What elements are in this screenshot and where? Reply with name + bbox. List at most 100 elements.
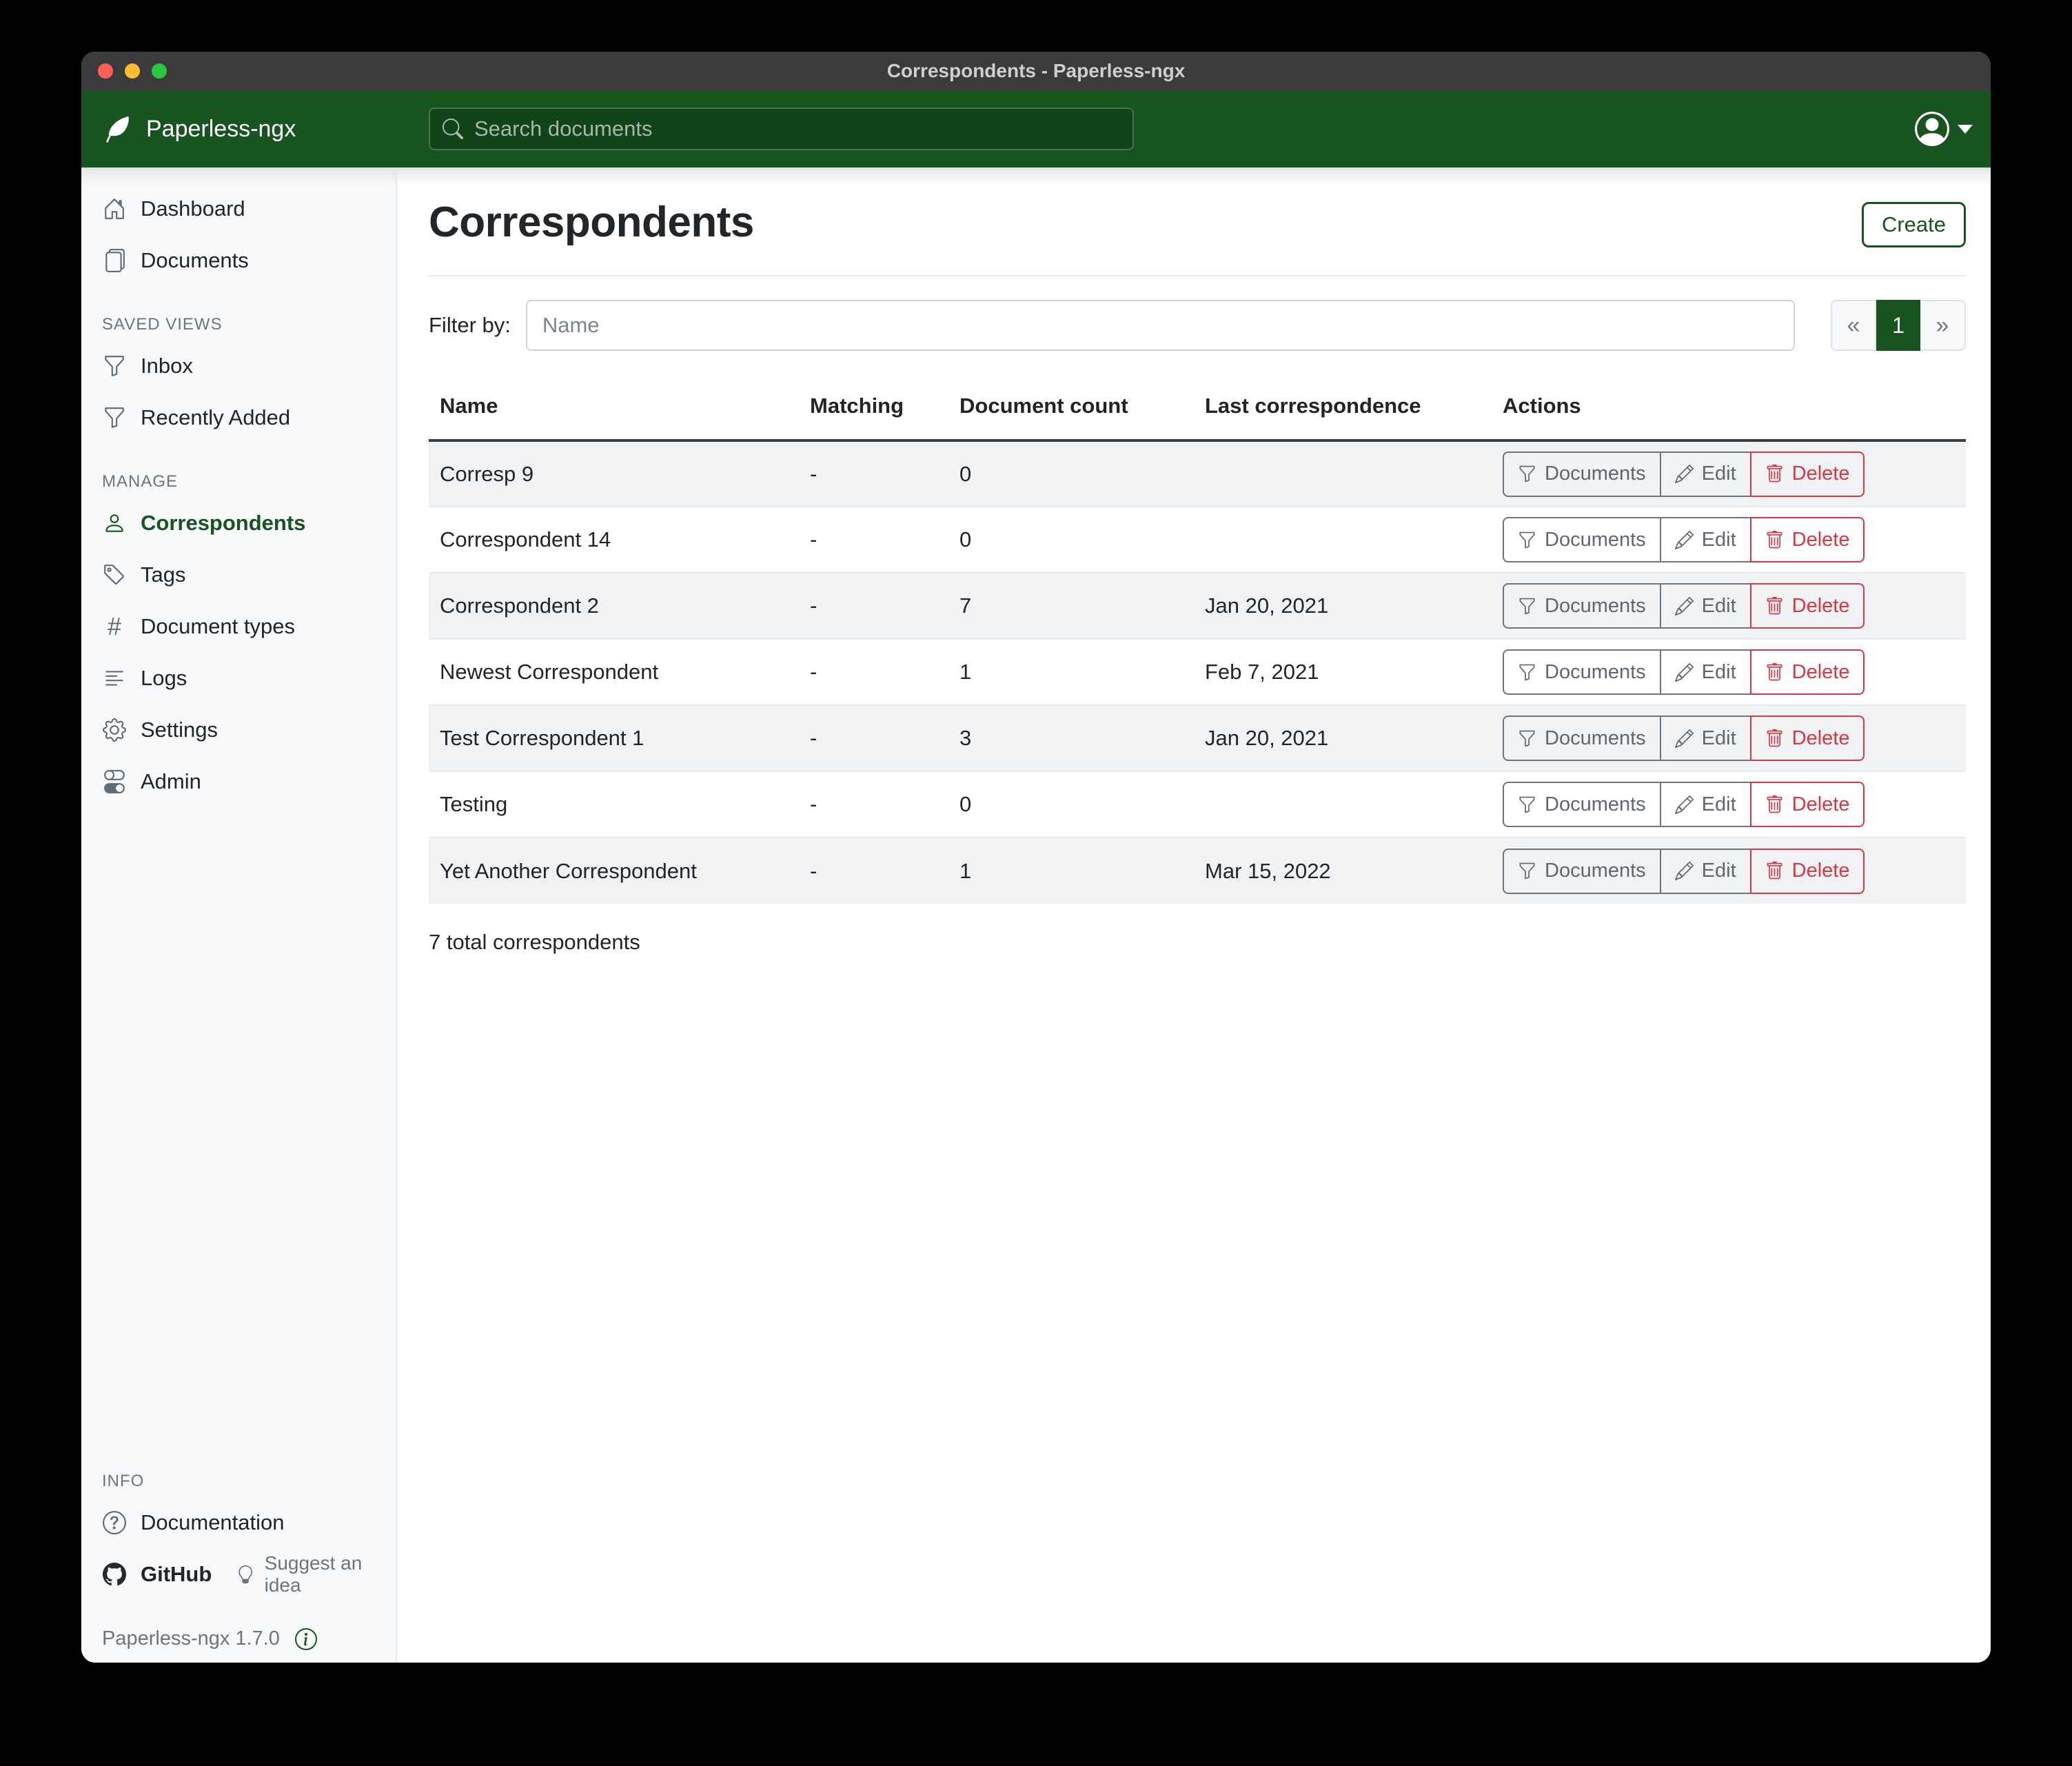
sidebar-item-label: Dashboard (141, 196, 245, 221)
documents-button[interactable]: Documents (1503, 782, 1661, 827)
sidebar-item-document-types[interactable]: # Document types (81, 600, 396, 652)
edit-button[interactable]: Edit (1660, 715, 1751, 761)
create-button[interactable]: Create (1862, 202, 1966, 247)
correspondent-last-correspondence: Feb 7, 2021 (1194, 639, 1492, 705)
correspondent-last-correspondence (1194, 440, 1492, 507)
filter-name-input[interactable] (526, 300, 1795, 351)
edit-button-label: Edit (1702, 661, 1736, 684)
sidebar-item-label: Inbox (141, 354, 193, 378)
edit-button[interactable]: Edit (1660, 782, 1751, 827)
pencil-icon (1675, 465, 1694, 483)
correspondent-last-correspondence: Jan 20, 2021 (1194, 573, 1492, 639)
correspondent-name: Yet Another Correspondent (429, 838, 799, 904)
sidebar-item-label: Correspondents (141, 511, 305, 536)
pagination-prev-button[interactable]: « (1831, 300, 1876, 351)
delete-button[interactable]: Delete (1750, 451, 1865, 497)
pencil-icon (1675, 663, 1694, 682)
row-actions: Documents Edit Delete (1492, 573, 1966, 639)
sidebar-item-dashboard[interactable]: Dashboard (81, 183, 396, 234)
correspondent-document-count: 1 (948, 639, 1194, 705)
column-header-matching: Matching (799, 373, 948, 440)
column-header-actions: Actions (1492, 373, 1966, 440)
sidebar-item-logs[interactable]: Logs (81, 652, 396, 704)
trash-icon (1765, 663, 1784, 682)
tag-icon (102, 562, 127, 587)
documents-button-label: Documents (1545, 661, 1646, 684)
search-box[interactable] (429, 108, 1134, 150)
documents-button[interactable]: Documents (1503, 583, 1661, 629)
pencil-icon (1675, 795, 1694, 814)
documents-button[interactable]: Documents (1503, 715, 1661, 761)
sidebar-item-admin[interactable]: Admin (81, 755, 396, 807)
edit-button-label: Edit (1702, 463, 1736, 485)
correspondent-matching: - (799, 573, 948, 639)
filter-by-label: Filter by: (429, 313, 511, 338)
trash-icon (1765, 729, 1784, 748)
pencil-icon (1675, 862, 1694, 880)
edit-button-label: Edit (1702, 529, 1736, 551)
delete-button-label: Delete (1792, 793, 1850, 816)
suggest-an-idea-link[interactable]: Suggest an idea (236, 1552, 396, 1596)
sidebar-item-correspondents[interactable]: Correspondents (81, 497, 396, 549)
documents-button[interactable]: Documents (1503, 649, 1661, 695)
sidebar-item-recently-added[interactable]: Recently Added (81, 392, 396, 443)
pagination: « 1 » (1831, 300, 1966, 351)
delete-button[interactable]: Delete (1750, 649, 1865, 695)
lightbulb-icon (236, 1565, 254, 1584)
correspondent-name: Testing (429, 771, 799, 838)
correspondent-matching: - (799, 771, 948, 838)
correspondent-matching: - (799, 838, 948, 904)
edit-button-label: Edit (1702, 860, 1736, 882)
edit-button[interactable]: Edit (1660, 451, 1751, 497)
sidebar-item-inbox[interactable]: Inbox (81, 340, 396, 392)
delete-button[interactable]: Delete (1750, 849, 1865, 894)
sidebar-item-github[interactable]: GitHub (81, 1548, 212, 1600)
user-menu[interactable] (1915, 112, 1973, 146)
brand[interactable]: Paperless-ngx (81, 113, 397, 145)
sidebar-item-label: Recently Added (141, 405, 290, 430)
delete-button[interactable]: Delete (1750, 715, 1865, 761)
search-input[interactable] (474, 116, 1120, 141)
correspondent-matching: - (799, 705, 948, 771)
edit-button[interactable]: Edit (1660, 517, 1751, 562)
trash-icon (1765, 531, 1784, 549)
funnel-icon (1518, 597, 1536, 616)
funnel-icon (1518, 531, 1536, 549)
question-circle-icon (102, 1510, 127, 1535)
pagination-page-1[interactable]: 1 (1876, 300, 1920, 351)
sidebar-item-label: Document types (141, 614, 295, 639)
table-row: Test Correspondent 1 - 3 Jan 20, 2021 Do… (429, 705, 1966, 771)
edit-button[interactable]: Edit (1660, 849, 1751, 894)
documents-button[interactable]: Documents (1503, 517, 1661, 562)
correspondent-matching: - (799, 507, 948, 573)
brand-name: Paperless-ngx (146, 116, 296, 143)
correspondent-document-count: 0 (948, 507, 1194, 573)
trash-icon (1765, 597, 1784, 616)
sidebar-item-label: GitHub (141, 1562, 212, 1587)
sidebar-item-label: Documentation (141, 1510, 285, 1535)
sidebar-item-tags[interactable]: Tags (81, 549, 396, 600)
delete-button[interactable]: Delete (1750, 517, 1865, 562)
funnel-icon (1518, 795, 1536, 814)
funnel-icon (1518, 729, 1536, 748)
delete-button-label: Delete (1792, 727, 1850, 750)
toggles-icon (102, 769, 127, 794)
documents-button[interactable]: Documents (1503, 849, 1661, 894)
sidebar-item-documentation[interactable]: Documentation (81, 1496, 396, 1548)
sidebar-item-settings[interactable]: Settings (81, 704, 396, 755)
info-circle-icon[interactable] (295, 1628, 317, 1650)
pagination-next-button[interactable]: » (1920, 300, 1966, 351)
documents-button-label: Documents (1545, 727, 1646, 750)
pencil-icon (1675, 597, 1694, 616)
correspondent-last-correspondence (1194, 771, 1492, 838)
table-row: Yet Another Correspondent - 1 Mar 15, 20… (429, 838, 1966, 904)
edit-button-label: Edit (1702, 793, 1736, 816)
header-divider (429, 275, 1966, 276)
delete-button[interactable]: Delete (1750, 782, 1865, 827)
row-actions: Documents Edit Delete (1492, 838, 1966, 904)
documents-button[interactable]: Documents (1503, 451, 1661, 497)
edit-button[interactable]: Edit (1660, 583, 1751, 629)
edit-button[interactable]: Edit (1660, 649, 1751, 695)
sidebar-item-documents[interactable]: Documents (81, 234, 396, 286)
delete-button[interactable]: Delete (1750, 583, 1865, 629)
